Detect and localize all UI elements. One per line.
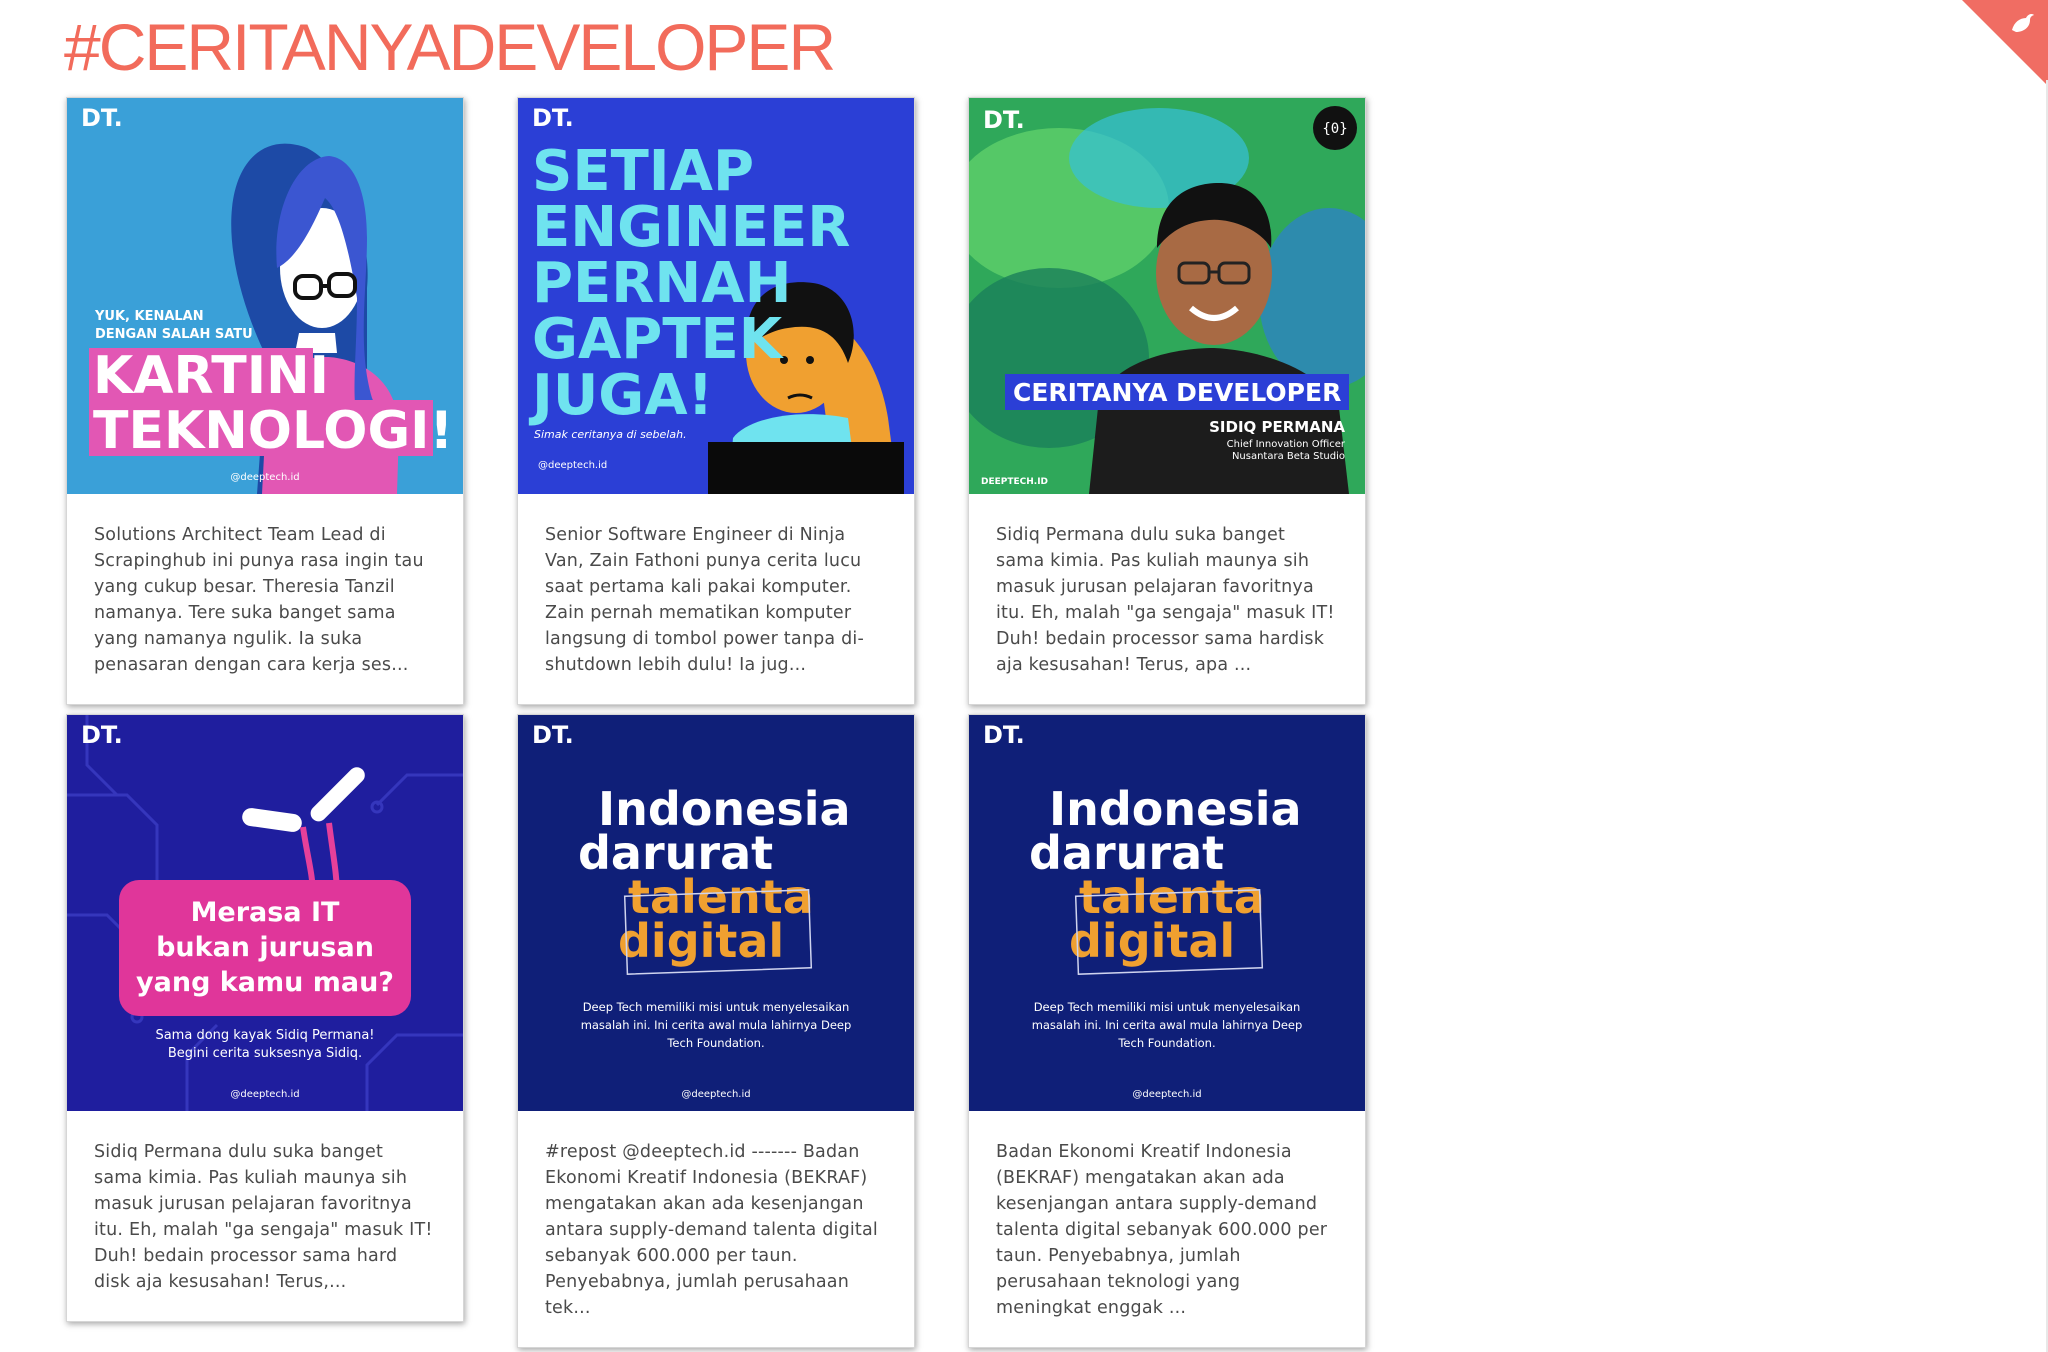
dt-logo: DT. [532,104,574,132]
post-image[interactable]: DT. Indonesia darurat talenta digital De… [518,715,914,1111]
post-image[interactable]: Merasa IT bukan jurusan yang kamu mau? S… [67,715,463,1111]
page-title: #CERITANYADEVELOPER [64,10,836,84]
post-banner: CERITANYA DEVELOPER [1013,378,1341,407]
post-handle: @deeptech.id [230,472,299,483]
post-headline: Merasa IT [191,897,340,928]
post-card[interactable]: {0} DT. CERITANYA DEVELOPER SIDIQ PERMAN… [968,97,1366,705]
post-headline: KARTINI [93,346,329,406]
post-image[interactable]: {0} DT. CERITANYA DEVELOPER SIDIQ PERMAN… [969,98,1365,494]
dt-logo: DT. [81,104,123,132]
post-image[interactable]: DT. SETIAP ENGINEER PERNAH GAPTEK JUGA! … [518,98,914,494]
post-image[interactable]: DT. Indonesia darurat talenta digital De… [969,715,1365,1111]
post-caption: Sidiq Permana dulu suka banget sama kimi… [94,1142,433,1292]
post-image-art: {0} DT. CERITANYA DEVELOPER SIDIQ PERMAN… [969,98,1365,494]
post-image-art: DT. SETIAP ENGINEER PERNAH GAPTEK JUGA! … [518,98,914,494]
post-caption: Solutions Architect Team Lead di Scrapin… [94,525,424,675]
post-caption: Badan Ekonomi Kreatif Indonesia (BEKRAF)… [996,1142,1328,1318]
post-image-art: DT. Indonesia darurat talenta digital De… [969,715,1365,1111]
post-kicker: DENGAN SALAH SATU [95,327,253,342]
post-card[interactable]: DT. Indonesia darurat talenta digital De… [517,714,915,1348]
person-role: Chief Innovation Officer [1227,439,1346,450]
post-headline: digital [1069,914,1235,968]
post-card[interactable]: DT. YUK, KENALAN DENGAN SALAH SATU KARTI… [66,97,464,705]
post-headline: yang kamu mau? [136,967,394,998]
post-image-art: Merasa IT bukan jurusan yang kamu mau? S… [67,715,463,1111]
studio-badge: {0} [1322,121,1347,137]
post-headline: JUGA! [528,363,713,428]
bird-icon [2012,14,2034,32]
post-handle: @deeptech.id [538,460,607,471]
post-subline: Simak ceritanya di sebelah. [534,428,687,441]
footer-logo: DEEPTECH.ID [981,477,1048,487]
post-card[interactable]: DT. Indonesia darurat talenta digital De… [968,714,1366,1348]
person-name: SIDIQ PERMANA [1209,418,1345,436]
dt-logo: DT. [81,721,123,749]
corner-ribbon[interactable] [1962,0,2048,86]
post-card[interactable]: Merasa IT bukan jurusan yang kamu mau? S… [66,714,464,1322]
post-headline: TEKNOLOGI! [93,401,453,461]
post-body: masalah ini. Ini cerita awal mula lahirn… [1032,1018,1303,1032]
post-caption: #repost @deeptech.id ------- Badan Ekono… [545,1142,878,1318]
post-body: Deep Tech memiliki misi untuk menyelesai… [1034,1000,1301,1014]
post-subline: Begini cerita suksesnya Sidiq. [168,1046,362,1061]
post-headline: bukan jurusan [156,932,374,963]
dt-logo: DT. [983,106,1025,134]
post-body: Tech Foundation. [1117,1036,1215,1050]
dt-logo: DT. [532,721,574,749]
post-body: Deep Tech memiliki misi untuk menyelesai… [583,1000,850,1014]
post-image-art: DT. YUK, KENALAN DENGAN SALAH SATU KARTI… [67,98,463,494]
post-caption: Senior Software Engineer di Ninja Van, Z… [545,525,864,675]
post-body: Tech Foundation. [666,1036,764,1050]
post-handle: @deeptech.id [681,1089,750,1100]
post-body: masalah ini. Ini cerita awal mula lahirn… [581,1018,852,1032]
post-kicker: YUK, KENALAN [94,309,204,324]
post-handle: @deeptech.id [230,1089,299,1100]
post-card[interactable]: DT. SETIAP ENGINEER PERNAH GAPTEK JUGA! … [517,97,915,705]
post-image[interactable]: DT. YUK, KENALAN DENGAN SALAH SATU KARTI… [67,98,463,494]
post-headline: digital [618,914,784,968]
post-subline: Sama dong kayak Sidiq Permana! [155,1028,374,1043]
post-caption: Sidiq Permana dulu suka banget sama kimi… [996,525,1335,675]
post-image-art: DT. Indonesia darurat talenta digital De… [518,715,914,1111]
dt-logo: DT. [983,721,1025,749]
post-handle: @deeptech.id [1132,1089,1201,1100]
person-role: Nusantara Beta Studio [1232,451,1345,462]
